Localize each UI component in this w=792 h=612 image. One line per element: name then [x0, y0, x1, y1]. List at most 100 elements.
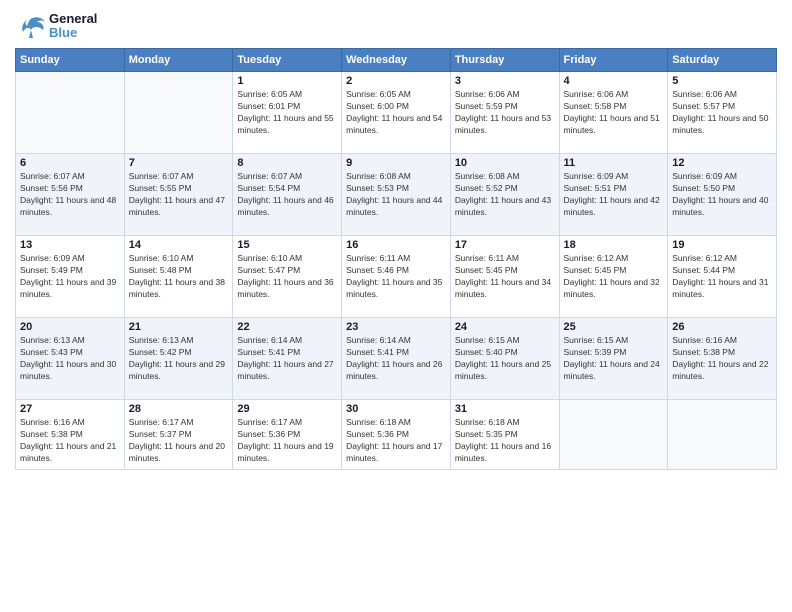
day-number: 15: [237, 239, 337, 251]
day-info: Sunrise: 6:18 AM Sunset: 5:36 PM Dayligh…: [346, 417, 446, 465]
day-info: Sunrise: 6:13 AM Sunset: 5:42 PM Dayligh…: [129, 335, 229, 383]
day-info: Sunrise: 6:10 AM Sunset: 5:47 PM Dayligh…: [237, 253, 337, 301]
calendar-cell: [16, 72, 125, 154]
calendar-header-row: SundayMondayTuesdayWednesdayThursdayFrid…: [16, 49, 777, 72]
calendar-cell: 11 Sunrise: 6:09 AM Sunset: 5:51 PM Dayli…: [559, 154, 668, 236]
day-number: 24: [455, 321, 555, 333]
day-number: 17: [455, 239, 555, 251]
col-header-tuesday: Tuesday: [233, 49, 342, 72]
day-number: 26: [672, 321, 772, 333]
day-info: Sunrise: 6:17 AM Sunset: 5:37 PM Dayligh…: [129, 417, 229, 465]
day-number: 22: [237, 321, 337, 333]
day-info: Sunrise: 6:10 AM Sunset: 5:48 PM Dayligh…: [129, 253, 229, 301]
logo: General Blue: [15, 10, 97, 42]
day-info: Sunrise: 6:16 AM Sunset: 5:38 PM Dayligh…: [672, 335, 772, 383]
calendar-cell: 7Sunrise: 6:07 AM Sunset: 5:55 PM Daylig…: [124, 154, 233, 236]
header: General Blue: [15, 10, 777, 42]
day-info: Sunrise: 6:12 AM Sunset: 5:45 PM Dayligh…: [564, 253, 664, 301]
col-header-friday: Friday: [559, 49, 668, 72]
day-info: Sunrise: 6:15 AM Sunset: 5:39 PM Dayligh…: [564, 335, 664, 383]
day-info: Sunrise: 6:13 AM Sunset: 5:43 PM Dayligh…: [20, 335, 120, 383]
calendar-cell: 29 Sunrise: 6:17 AM Sunset: 5:36 PM Dayli…: [233, 400, 342, 470]
calendar-cell: 2Sunrise: 6:05 AM Sunset: 6:00 PM Daylig…: [342, 72, 451, 154]
calendar-week-2: 6 Sunrise: 6:07 AM Sunset: 5:56 PM Daylig…: [16, 154, 777, 236]
calendar-cell: 8 Sunrise: 6:07 AM Sunset: 5:54 PM Daylig…: [233, 154, 342, 236]
day-number: 18: [564, 239, 664, 251]
day-info: Sunrise: 6:05 AM Sunset: 6:00 PM Dayligh…: [346, 89, 446, 137]
day-number: 11: [564, 157, 664, 169]
day-number: 29: [237, 403, 337, 415]
day-info: Sunrise: 6:05 AM Sunset: 6:01 PM Dayligh…: [237, 89, 337, 137]
day-number: 20: [20, 321, 120, 333]
calendar-cell: 31 Sunrise: 6:18 AM Sunset: 5:35 PM Dayli…: [450, 400, 559, 470]
calendar-cell: 6 Sunrise: 6:07 AM Sunset: 5:56 PM Daylig…: [16, 154, 125, 236]
day-info: Sunrise: 6:14 AM Sunset: 5:41 PM Dayligh…: [237, 335, 337, 383]
day-number: 31: [455, 403, 555, 415]
calendar-cell: 15 Sunrise: 6:10 AM Sunset: 5:47 PM Dayli…: [233, 236, 342, 318]
day-info: Sunrise: 6:17 AM Sunset: 5:36 PM Dayligh…: [237, 417, 337, 465]
day-info: Sunrise: 6:07 AM Sunset: 5:54 PM Dayligh…: [237, 171, 337, 219]
day-info: Sunrise: 6:15 AM Sunset: 5:40 PM Dayligh…: [455, 335, 555, 383]
col-header-monday: Monday: [124, 49, 233, 72]
day-number: 12: [672, 157, 772, 169]
calendar-cell: 21 Sunrise: 6:13 AM Sunset: 5:42 PM Dayli…: [124, 318, 233, 400]
logo: General Blue: [15, 10, 97, 42]
day-info: Sunrise: 6:09 AM Sunset: 5:51 PM Dayligh…: [564, 171, 664, 219]
day-number: 8: [237, 157, 337, 169]
col-header-wednesday: Wednesday: [342, 49, 451, 72]
day-info: Sunrise: 6:16 AM Sunset: 5:38 PM Dayligh…: [20, 417, 120, 465]
day-info: Sunrise: 6:09 AM Sunset: 5:49 PM Dayligh…: [20, 253, 120, 301]
day-number: 10: [455, 157, 555, 169]
day-info: Sunrise: 6:09 AM Sunset: 5:50 PM Dayligh…: [672, 171, 772, 219]
day-number: 13: [20, 239, 120, 251]
calendar-cell: 28Sunrise: 6:17 AM Sunset: 5:37 PM Dayli…: [124, 400, 233, 470]
col-header-sunday: Sunday: [16, 49, 125, 72]
calendar-cell: 20 Sunrise: 6:13 AM Sunset: 5:43 PM Dayli…: [16, 318, 125, 400]
calendar-cell: 23Sunrise: 6:14 AM Sunset: 5:41 PM Dayli…: [342, 318, 451, 400]
calendar-cell: [124, 72, 233, 154]
calendar-cell: [668, 400, 777, 470]
page-container: General Blue SundayMondayTuesdayWednesda…: [0, 0, 792, 612]
logo-bird-icon: [15, 10, 47, 42]
day-number: 14: [129, 239, 229, 251]
day-info: Sunrise: 6:18 AM Sunset: 5:35 PM Dayligh…: [455, 417, 555, 465]
calendar-cell: 24 Sunrise: 6:15 AM Sunset: 5:40 PM Dayli…: [450, 318, 559, 400]
day-info: Sunrise: 6:11 AM Sunset: 5:46 PM Dayligh…: [346, 253, 446, 301]
day-number: 30: [346, 403, 446, 415]
calendar-table: SundayMondayTuesdayWednesdayThursdayFrid…: [15, 48, 777, 470]
day-info: Sunrise: 6:08 AM Sunset: 5:53 PM Dayligh…: [346, 171, 446, 219]
day-number: 6: [20, 157, 120, 169]
calendar-cell: 22 Sunrise: 6:14 AM Sunset: 5:41 PM Dayli…: [233, 318, 342, 400]
calendar-cell: 4 Sunrise: 6:06 AM Sunset: 5:58 PM Daylig…: [559, 72, 668, 154]
day-number: 21: [129, 321, 229, 333]
calendar-cell: 26 Sunrise: 6:16 AM Sunset: 5:38 PM Dayli…: [668, 318, 777, 400]
day-number: 5: [672, 75, 772, 87]
logo-blue-text: Blue: [49, 26, 97, 40]
day-info: Sunrise: 6:14 AM Sunset: 5:41 PM Dayligh…: [346, 335, 446, 383]
day-info: Sunrise: 6:06 AM Sunset: 5:58 PM Dayligh…: [564, 89, 664, 137]
day-number: 19: [672, 239, 772, 251]
calendar-cell: 16Sunrise: 6:11 AM Sunset: 5:46 PM Dayli…: [342, 236, 451, 318]
calendar-week-3: 13 Sunrise: 6:09 AM Sunset: 5:49 PM Dayli…: [16, 236, 777, 318]
day-info: Sunrise: 6:11 AM Sunset: 5:45 PM Dayligh…: [455, 253, 555, 301]
day-info: Sunrise: 6:06 AM Sunset: 5:59 PM Dayligh…: [455, 89, 555, 137]
calendar-cell: 19 Sunrise: 6:12 AM Sunset: 5:44 PM Dayli…: [668, 236, 777, 318]
day-info: Sunrise: 6:06 AM Sunset: 5:57 PM Dayligh…: [672, 89, 772, 137]
day-number: 9: [346, 157, 446, 169]
calendar-cell: 14 Sunrise: 6:10 AM Sunset: 5:48 PM Dayli…: [124, 236, 233, 318]
col-header-saturday: Saturday: [668, 49, 777, 72]
calendar-cell: 17 Sunrise: 6:11 AM Sunset: 5:45 PM Dayli…: [450, 236, 559, 318]
col-header-thursday: Thursday: [450, 49, 559, 72]
calendar-cell: 18 Sunrise: 6:12 AM Sunset: 5:45 PM Dayli…: [559, 236, 668, 318]
day-info: Sunrise: 6:12 AM Sunset: 5:44 PM Dayligh…: [672, 253, 772, 301]
calendar-cell: 5 Sunrise: 6:06 AM Sunset: 5:57 PM Daylig…: [668, 72, 777, 154]
day-number: 1: [237, 75, 337, 87]
calendar-cell: 12 Sunrise: 6:09 AM Sunset: 5:50 PM Dayli…: [668, 154, 777, 236]
day-info: Sunrise: 6:07 AM Sunset: 5:56 PM Dayligh…: [20, 171, 120, 219]
calendar-cell: 9 Sunrise: 6:08 AM Sunset: 5:53 PM Daylig…: [342, 154, 451, 236]
day-number: 7: [129, 157, 229, 169]
calendar-week-1: 1 Sunrise: 6:05 AM Sunset: 6:01 PM Daylig…: [16, 72, 777, 154]
day-info: Sunrise: 6:08 AM Sunset: 5:52 PM Dayligh…: [455, 171, 555, 219]
logo-general-text: General: [49, 12, 97, 26]
day-number: 4: [564, 75, 664, 87]
